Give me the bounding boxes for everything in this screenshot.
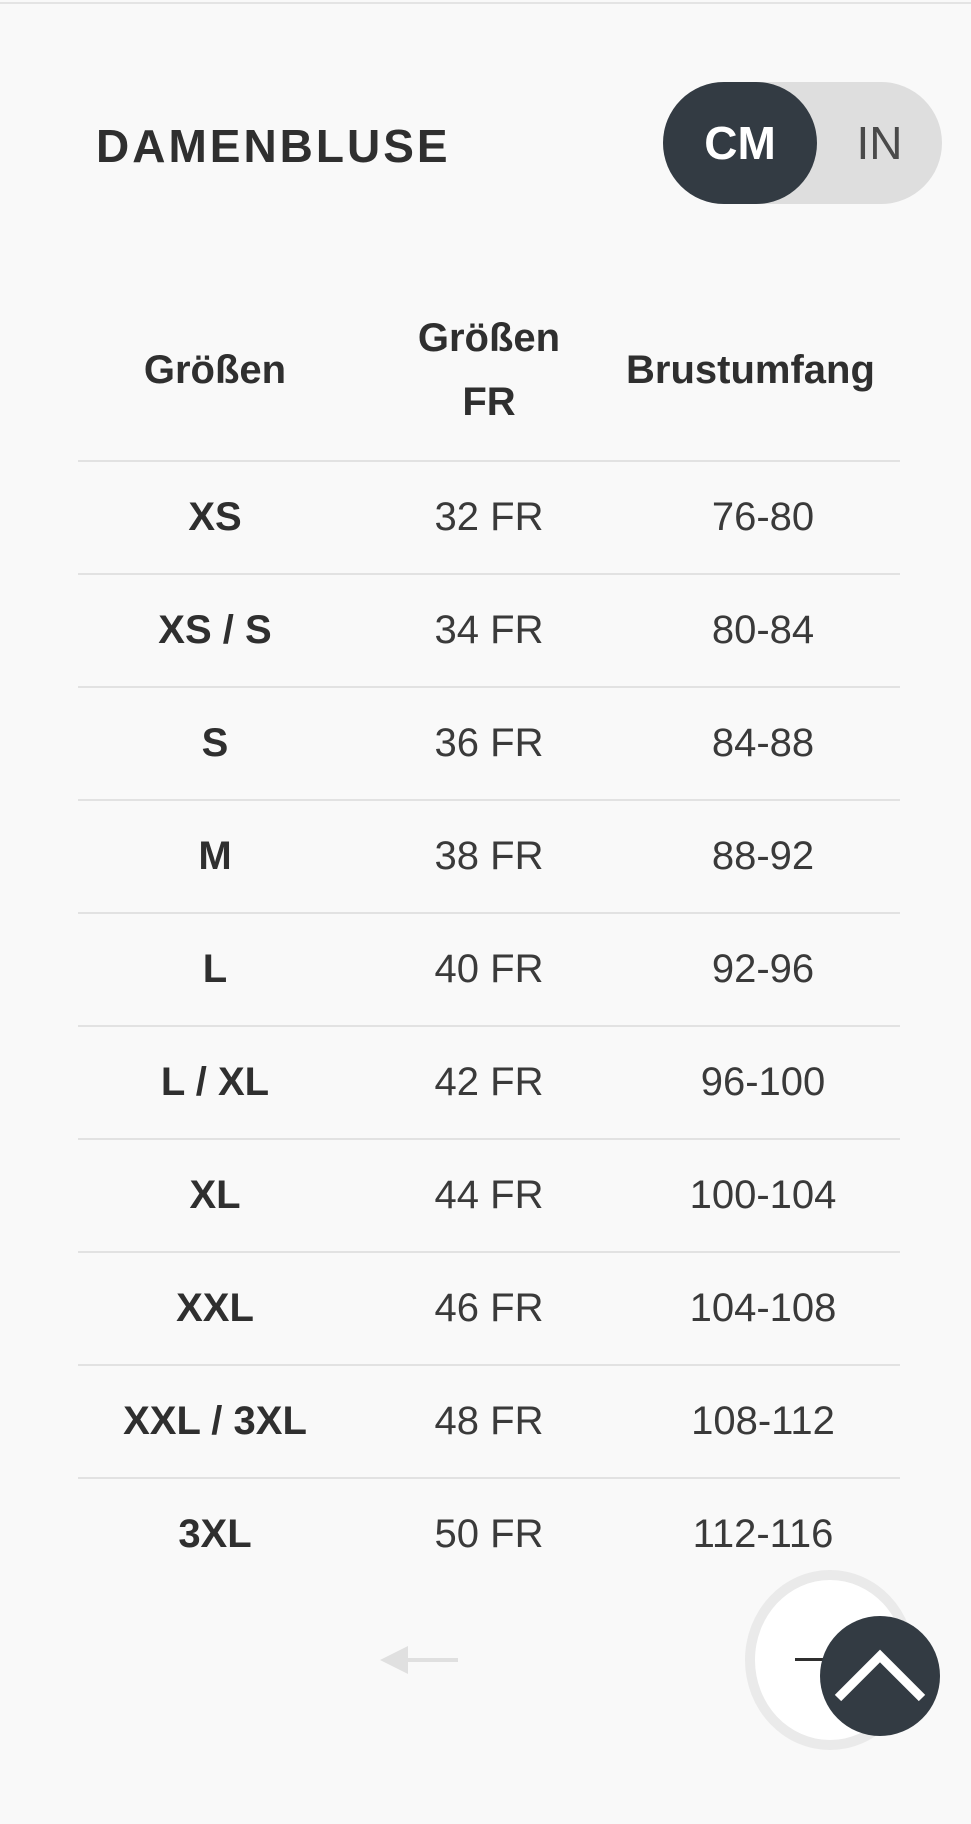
cell-bust: 112-116	[692, 1512, 834, 1556]
header-size-fr-line1: Größen	[417, 316, 561, 360]
table-row: XXL / 3XL 48 FR 108-112	[78, 1364, 900, 1477]
scroll-to-top-button[interactable]	[820, 1616, 940, 1736]
unit-in-option[interactable]: IN	[817, 82, 942, 204]
cell-bust: 84-88	[711, 721, 815, 765]
size-table: Größen Größen FR Brustumfang XS 32 FR 76…	[78, 280, 900, 1580]
cell-bust: 108-112	[691, 1399, 835, 1443]
cell-bust: 104-108	[689, 1286, 837, 1330]
cell-size: L / XL	[160, 1060, 270, 1104]
cell-bust: 96-100	[700, 1060, 826, 1104]
header-size: Größen	[143, 348, 287, 392]
header-size-fr-line2: FR	[462, 380, 516, 424]
cell-size: L	[202, 947, 228, 991]
cell-bust: 80-84	[711, 608, 815, 652]
page-title: DAMENBLUSE	[96, 120, 451, 172]
top-divider	[0, 0, 971, 4]
table-row: L 40 FR 92-96	[78, 912, 900, 1025]
header-size-fr: Größen FR	[352, 280, 626, 460]
cell-fr: 42 FR	[434, 1060, 544, 1104]
cell-fr: 32 FR	[434, 495, 544, 539]
cell-fr: 44 FR	[434, 1173, 544, 1217]
cell-size: 3XL	[178, 1512, 252, 1556]
header-bust: Brustumfang	[626, 348, 875, 392]
cell-bust: 88-92	[711, 834, 815, 878]
table-row: S 36 FR 84-88	[78, 686, 900, 799]
cell-fr: 38 FR	[434, 834, 544, 878]
table-row: 3XL 50 FR 112-116	[78, 1477, 900, 1580]
cell-bust: 100-104	[689, 1173, 837, 1217]
unit-toggle[interactable]: CM IN	[663, 82, 942, 204]
cell-size: M	[198, 834, 232, 878]
cell-fr: 40 FR	[434, 947, 544, 991]
cell-size: XXL / 3XL	[123, 1399, 307, 1443]
cell-fr: 34 FR	[434, 608, 544, 652]
cell-fr: 48 FR	[434, 1399, 544, 1443]
cell-fr: 36 FR	[434, 721, 544, 765]
cell-bust: 76-80	[711, 495, 815, 539]
cell-bust: 92-96	[711, 947, 815, 991]
cell-size: XS / S	[158, 608, 272, 652]
cell-size: XS	[188, 495, 242, 539]
cell-size: XL	[189, 1173, 241, 1217]
table-row: M 38 FR 88-92	[78, 799, 900, 912]
cell-size: S	[201, 721, 229, 765]
table-row: XXL 46 FR 104-108	[78, 1251, 900, 1364]
unit-cm-option[interactable]: CM	[663, 82, 817, 204]
table-row: XL 44 FR 100-104	[78, 1138, 900, 1251]
table-row: XS / S 34 FR 80-84	[78, 573, 900, 686]
cell-fr: 50 FR	[434, 1512, 544, 1556]
table-row: L / XL 42 FR 96-100	[78, 1025, 900, 1138]
arrow-left-icon[interactable]	[380, 1640, 458, 1680]
cell-size: XXL	[176, 1286, 254, 1330]
table-row: XS 32 FR 76-80	[78, 460, 900, 573]
chevron-up-icon	[834, 1649, 926, 1702]
cell-fr: 46 FR	[434, 1286, 544, 1330]
